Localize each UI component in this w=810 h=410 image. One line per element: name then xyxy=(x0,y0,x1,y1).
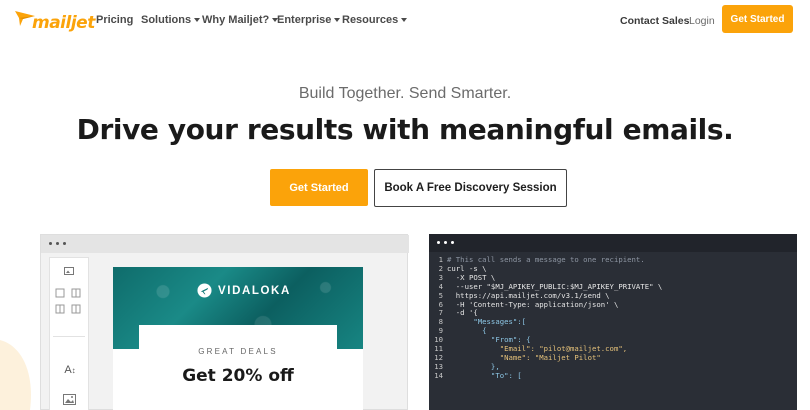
nav-get-started-button[interactable]: Get Started xyxy=(722,5,793,33)
hero-tagline: Build Together. Send Smarter. xyxy=(298,85,512,102)
window-dots-icon xyxy=(437,241,454,244)
image-block-icon[interactable] xyxy=(60,266,78,276)
deal-kicker: GREAT DEALS xyxy=(198,347,278,356)
email-editor-mockup: A ↕ VIDALOKA GREAT DEALS Get 20% off xyxy=(40,234,409,410)
code-line: 14 "To": [ xyxy=(429,370,797,381)
nav-item-enterprise[interactable]: Enterprise xyxy=(277,14,341,26)
code-block: 1 # This call sends a message to one reci… xyxy=(429,255,797,381)
brand-name: VIDALOKA xyxy=(218,284,291,297)
window-titlebar xyxy=(429,234,797,252)
mailjet-logo[interactable]: mailjet xyxy=(14,9,95,35)
nav-item-resources[interactable]: Resources xyxy=(342,14,408,26)
toolbar-divider xyxy=(53,336,85,337)
editor-toolbar: A ↕ xyxy=(49,257,89,410)
nav-item-label: Enterprise xyxy=(277,14,332,26)
nav-item-label: Pricing xyxy=(96,14,134,26)
book-discovery-session-button[interactable]: Book A Free Discovery Session xyxy=(374,169,567,207)
deal-card: GREAT DEALS Get 20% off xyxy=(139,325,337,410)
airplane-icon xyxy=(197,283,212,298)
nav-item-label: Solutions xyxy=(141,14,192,26)
contact-sales-link[interactable]: Contact Sales xyxy=(620,15,689,27)
text-icon[interactable]: A ↕ xyxy=(58,362,82,378)
vidaloka-brand: VIDALOKA xyxy=(197,283,291,298)
nav-item-solutions[interactable]: Solutions xyxy=(141,14,201,26)
hero-headline: Drive your results with meaningful email… xyxy=(76,113,734,146)
top-nav: mailjet Pricing Solutions Why Mailjet? E… xyxy=(0,0,810,42)
caret-down-icon xyxy=(194,18,201,23)
picture-icon[interactable] xyxy=(60,392,78,406)
nav-item-label: Why Mailjet? xyxy=(202,14,270,26)
logo-wordmark: mailjet xyxy=(32,13,95,33)
nav-item-why-mailjet[interactable]: Why Mailjet? xyxy=(202,14,279,26)
code-line: 6 -H 'Content-Type: application/json' \ xyxy=(429,300,797,310)
nav-item-label: Resources xyxy=(342,14,399,26)
deal-title: Get 20% off xyxy=(182,366,294,386)
nav-item-pricing[interactable]: Pricing xyxy=(96,14,133,26)
api-code-mockup: 1 # This call sends a message to one reci… xyxy=(429,234,797,410)
get-started-button[interactable]: Get Started xyxy=(270,169,368,206)
login-link[interactable]: Login xyxy=(689,15,715,27)
window-titlebar xyxy=(41,235,409,253)
window-dots-icon xyxy=(49,242,66,245)
caret-down-icon xyxy=(401,18,408,23)
email-canvas: VIDALOKA GREAT DEALS Get 20% off xyxy=(113,267,363,410)
line-number: 14 xyxy=(434,370,443,380)
columns-icon[interactable] xyxy=(52,286,86,318)
caret-down-icon xyxy=(334,18,341,23)
line-code: "To": [ xyxy=(447,370,522,380)
